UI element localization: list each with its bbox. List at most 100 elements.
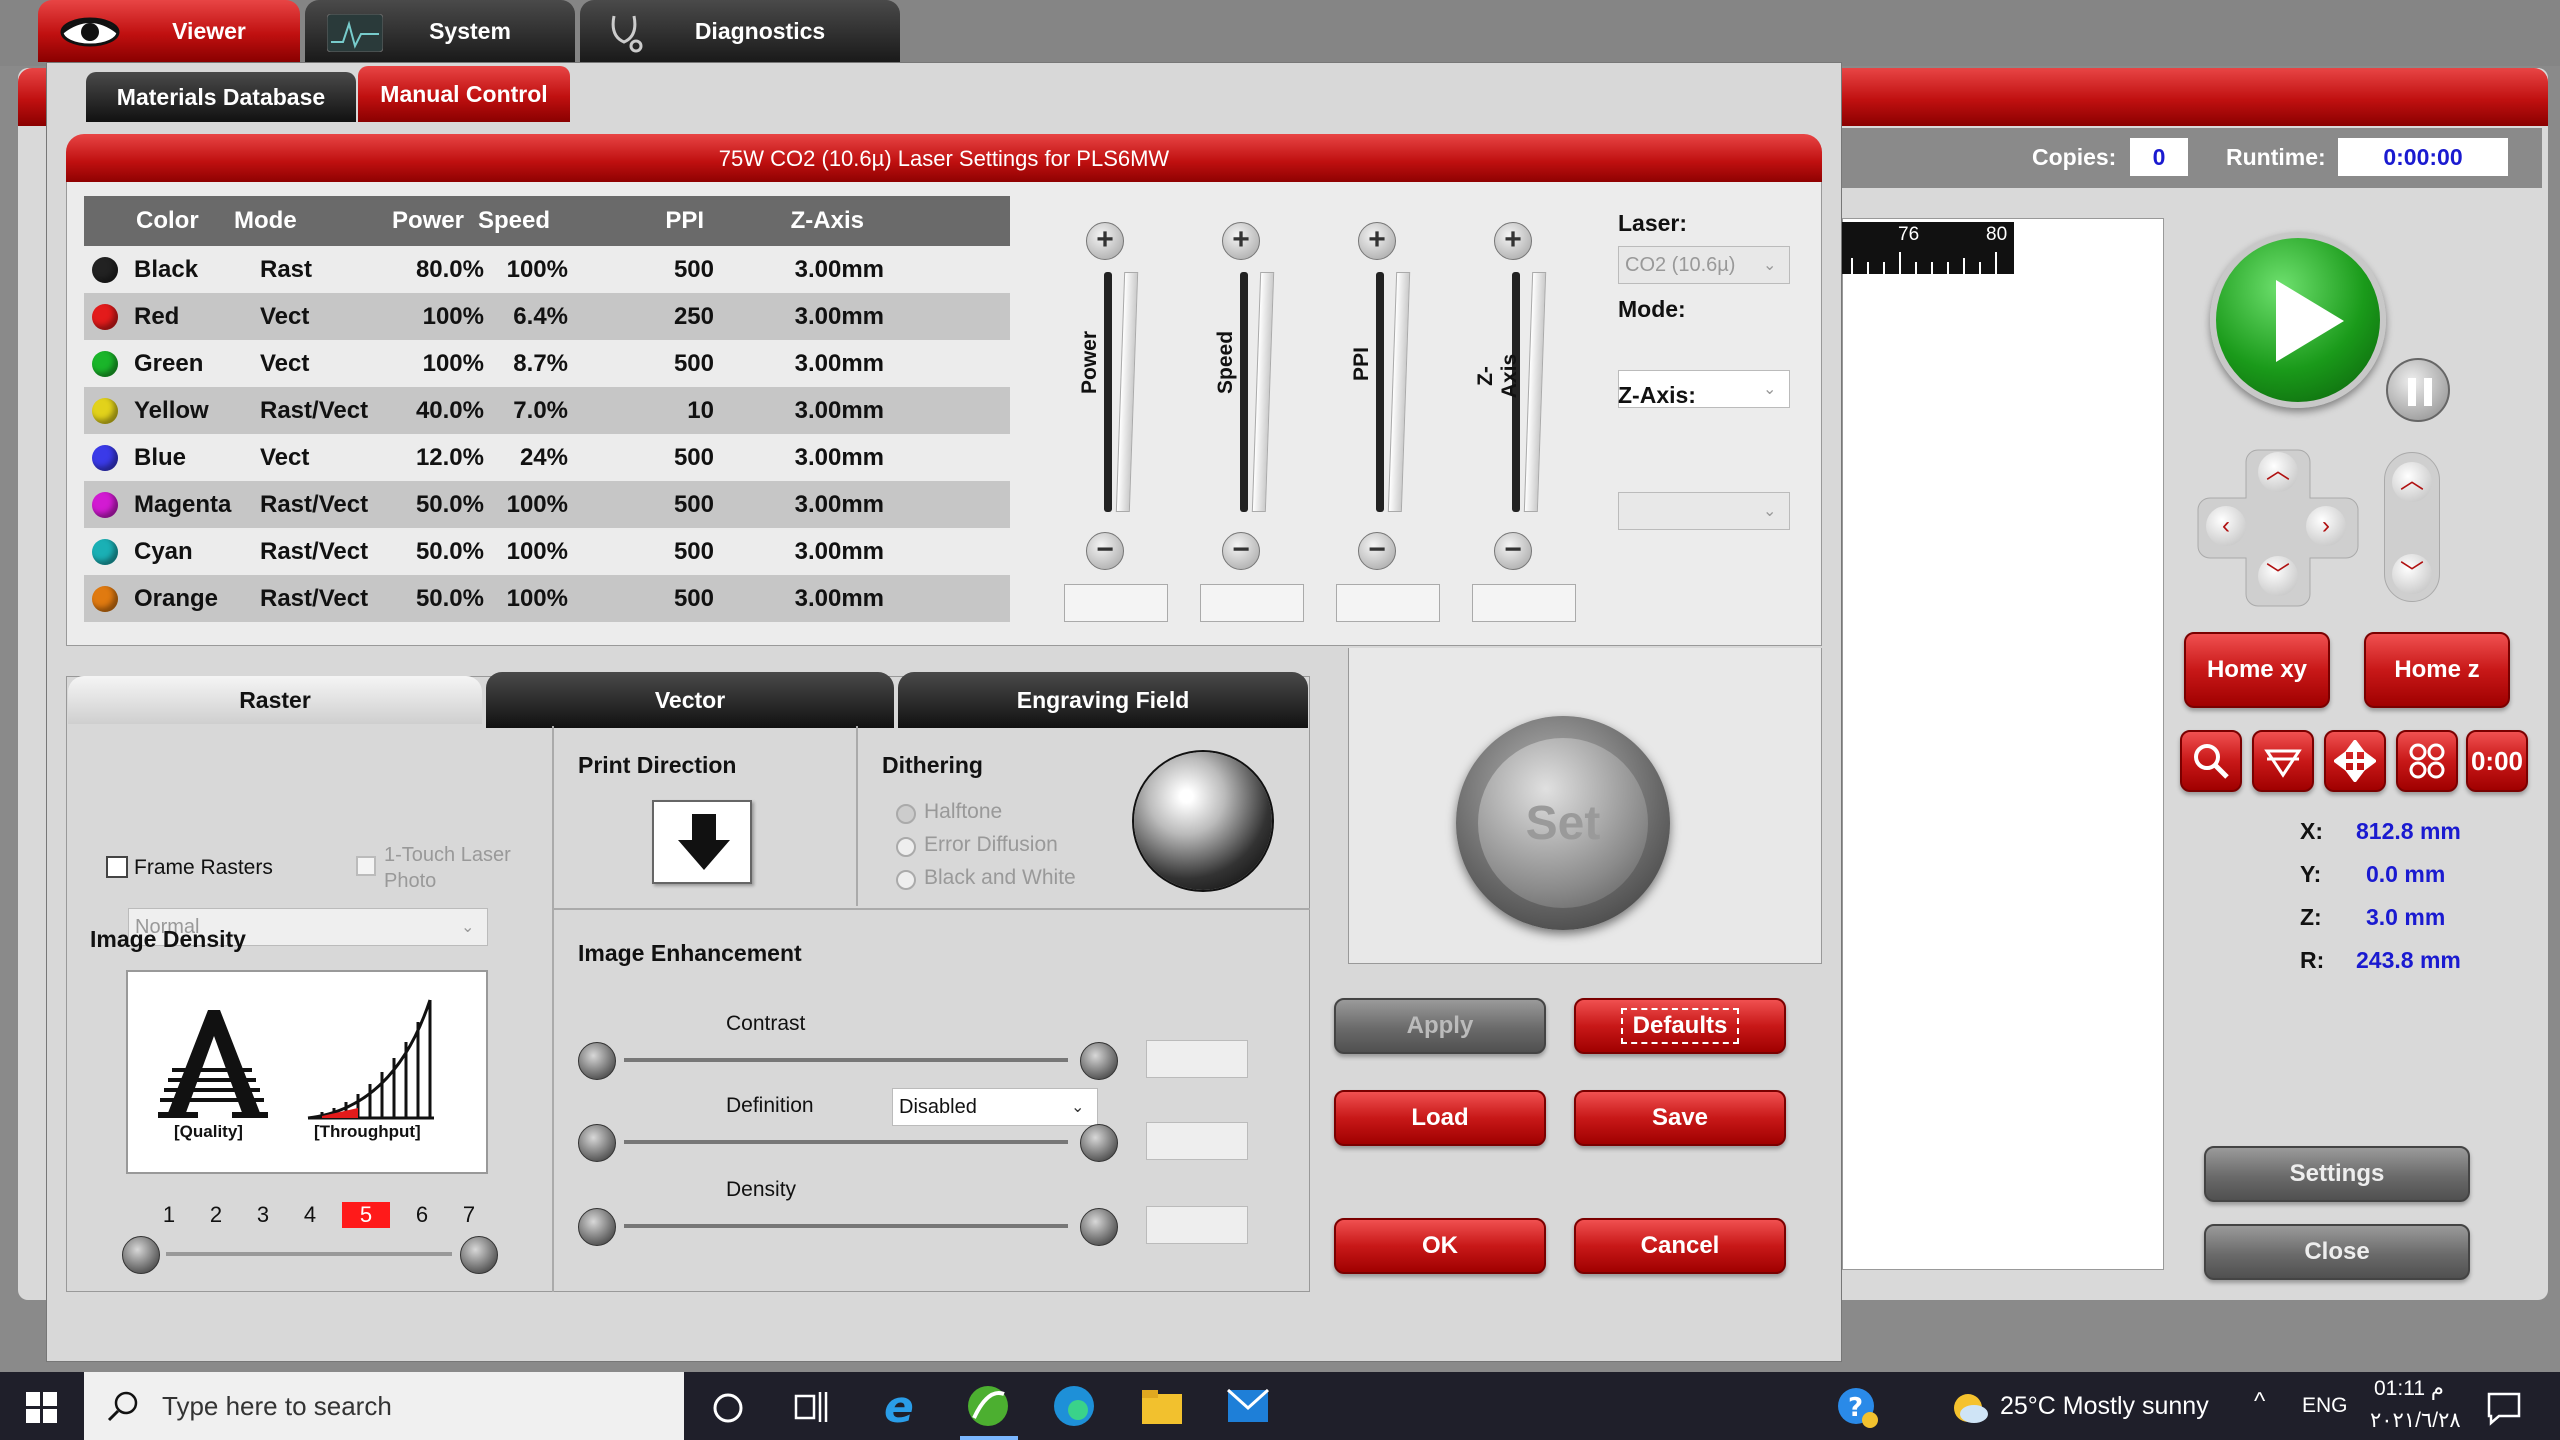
slider-speed[interactable]: + Speed − — [1200, 222, 1304, 622]
minus-icon[interactable]: − — [1086, 532, 1124, 570]
tab-raster[interactable]: Raster — [68, 676, 482, 724]
slider-zaxis[interactable]: + Z-Axis − — [1472, 222, 1576, 622]
jog-right-button[interactable]: › — [2306, 506, 2346, 546]
enhancement-select[interactable]: Disabled ⌄ — [892, 1088, 1098, 1126]
slider-power[interactable]: + Power − — [1064, 222, 1168, 622]
enhancement-value-field[interactable] — [1146, 1040, 1248, 1078]
slider-track[interactable] — [1104, 272, 1112, 512]
laser-app-icon[interactable] — [966, 1384, 1010, 1428]
tray-chevron-up-icon[interactable]: ^ — [2254, 1388, 2265, 1416]
minus-icon[interactable]: − — [1358, 532, 1396, 570]
radio-error-diffusion[interactable] — [896, 836, 916, 857]
jog-down-button[interactable]: ﹀ — [2258, 556, 2298, 596]
one-touch-checkbox[interactable] — [356, 856, 376, 876]
move-button[interactable] — [2324, 730, 2386, 792]
home-z-button[interactable]: Home z — [2364, 632, 2510, 708]
density-increase-button[interactable] — [460, 1236, 498, 1274]
enhancement-value-field[interactable] — [1146, 1122, 1248, 1160]
cortana-icon[interactable] — [710, 1390, 746, 1426]
table-row[interactable]: Green Vect 100% 8.7% 500 3.00mm — [84, 340, 1010, 387]
enhancement-decrease-button[interactable] — [578, 1124, 616, 1162]
home-xy-button[interactable]: Home xy — [2184, 632, 2330, 708]
tab-engraving-field[interactable]: Engraving Field — [898, 672, 1308, 728]
density-level[interactable]: 1 — [154, 1202, 184, 1228]
enhancement-slider-track[interactable] — [624, 1224, 1068, 1228]
pause-button[interactable] — [2386, 358, 2450, 422]
table-row[interactable]: Black Rast 80.0% 100% 500 3.00mm — [84, 246, 1010, 293]
plus-icon[interactable]: + — [1494, 222, 1532, 260]
set-button[interactable]: Set — [1456, 716, 1670, 930]
estimate-button[interactable] — [2396, 730, 2458, 792]
slider-value-field[interactable] — [1472, 584, 1576, 622]
ok-button[interactable]: OK — [1334, 1218, 1546, 1274]
laser-select[interactable]: CO2 (10.6µ) ⌄ — [1618, 246, 1790, 284]
enhancement-increase-button[interactable] — [1080, 1208, 1118, 1246]
radio-halftone[interactable] — [896, 803, 916, 824]
language-indicator[interactable]: ENG — [2302, 1394, 2348, 1418]
dither-error-diffusion[interactable]: Error Diffusion — [896, 833, 1058, 857]
density-level[interactable]: 4 — [295, 1202, 325, 1228]
density-level[interactable]: 3 — [248, 1202, 278, 1228]
clock-time[interactable]: 01:11 م — [2374, 1376, 2444, 1401]
density-level[interactable]: 7 — [454, 1202, 484, 1228]
plus-icon[interactable]: + — [1358, 222, 1396, 260]
tab-vector[interactable]: Vector — [486, 672, 894, 728]
density-level[interactable]: 2 — [201, 1202, 231, 1228]
slider-value-field[interactable] — [1200, 584, 1304, 622]
copies-field[interactable]: 0 — [2130, 138, 2188, 176]
dither-black-white[interactable]: Black and White — [896, 866, 1076, 890]
slider-value-field[interactable] — [1064, 584, 1168, 622]
radio-black-white[interactable] — [896, 869, 916, 890]
slider-ppi[interactable]: + PPI − — [1336, 222, 1440, 622]
plus-icon[interactable]: + — [1222, 222, 1260, 260]
enhancement-increase-button[interactable] — [1080, 1042, 1118, 1080]
tab-materials-database[interactable]: Materials Database — [86, 72, 356, 122]
weather-text[interactable]: 25°C Mostly sunny — [2000, 1392, 2209, 1421]
enhancement-slider-track[interactable] — [624, 1140, 1068, 1144]
enhancement-value-field[interactable] — [1146, 1206, 1248, 1244]
internet-explorer-icon[interactable]: e — [880, 1384, 924, 1428]
task-view-icon[interactable] — [792, 1388, 830, 1426]
tab-manual-control[interactable]: Manual Control — [358, 66, 570, 122]
z-up-button[interactable]: ︿ — [2392, 462, 2432, 502]
windows-start-icon[interactable] — [26, 1392, 58, 1424]
edge-icon[interactable] — [1052, 1384, 1096, 1428]
slider-track[interactable] — [1240, 272, 1248, 512]
tab-viewer[interactable]: Viewer — [38, 0, 300, 62]
table-row[interactable]: Orange Rast/Vect 50.0% 100% 500 3.00mm — [84, 575, 1010, 622]
cancel-button[interactable]: Cancel — [1574, 1218, 1786, 1274]
slider-value-field[interactable] — [1336, 584, 1440, 622]
jog-left-button[interactable]: ‹ — [2206, 506, 2246, 546]
file-explorer-icon[interactable] — [1140, 1386, 1184, 1426]
slider-track[interactable] — [1376, 272, 1384, 512]
apply-button[interactable]: Apply — [1334, 998, 1546, 1054]
enhancement-increase-button[interactable] — [1080, 1124, 1118, 1162]
table-row[interactable]: Blue Vect 12.0% 24% 500 3.00mm — [84, 434, 1010, 481]
taskbar-search[interactable]: Type here to search — [84, 1372, 684, 1440]
frame-rasters-checkbox[interactable] — [106, 856, 128, 878]
help-icon[interactable]: ? — [1836, 1386, 1880, 1430]
enhancement-decrease-button[interactable] — [578, 1208, 616, 1246]
clock-date[interactable]: ٢٠٢١/٦/٢٨ — [2370, 1408, 2461, 1433]
close-button[interactable]: Close — [2204, 1224, 2470, 1280]
tab-diagnostics[interactable]: Diagnostics — [580, 0, 900, 62]
table-row[interactable]: Yellow Rast/Vect 40.0% 7.0% 10 3.00mm — [84, 387, 1010, 434]
mail-icon[interactable] — [1226, 1388, 1270, 1424]
minus-icon[interactable]: − — [1222, 532, 1260, 570]
table-row[interactable]: Magenta Rast/Vect 50.0% 100% 500 3.00mm — [84, 481, 1010, 528]
timer-button[interactable]: 0:00 — [2466, 730, 2528, 792]
plus-icon[interactable]: + — [1086, 222, 1124, 260]
density-level[interactable]: 6 — [407, 1202, 437, 1228]
zoom-button[interactable] — [2180, 730, 2242, 792]
enhancement-slider-track[interactable] — [624, 1058, 1068, 1062]
density-decrease-button[interactable] — [122, 1236, 160, 1274]
dither-halftone[interactable]: Halftone — [896, 800, 1002, 824]
notifications-icon[interactable] — [2486, 1390, 2522, 1426]
load-button[interactable]: Load — [1334, 1090, 1546, 1146]
focus-button[interactable] — [2252, 730, 2314, 792]
settings-button[interactable]: Settings — [2204, 1146, 2470, 1202]
z-axis-select[interactable]: ⌄ — [1618, 492, 1790, 530]
preview-canvas[interactable] — [1842, 218, 2164, 1270]
enhancement-decrease-button[interactable] — [578, 1042, 616, 1080]
z-down-button[interactable]: ﹀ — [2392, 554, 2432, 594]
